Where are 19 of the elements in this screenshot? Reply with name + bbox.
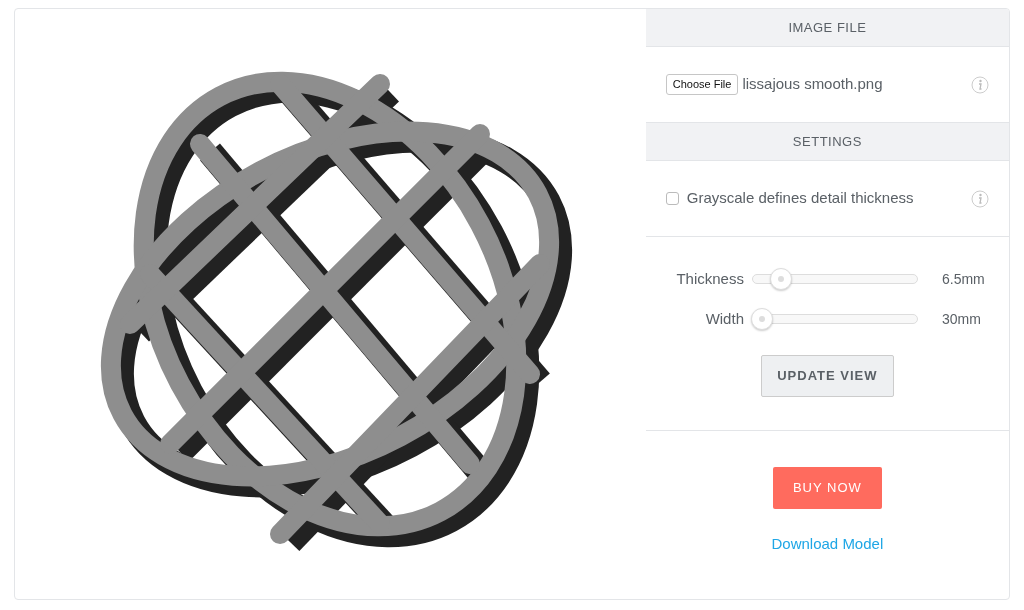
slider-track[interactable]: [751, 267, 918, 291]
info-icon[interactable]: [971, 189, 989, 208]
section-header: IMAGE FILE: [788, 18, 867, 37]
update-view-button[interactable]: UPDATE VIEW: [761, 355, 894, 397]
slider-reading: 6.5mm: [941, 269, 985, 289]
section-header: SETTINGS: [792, 132, 862, 151]
slider-thumb[interactable]: [750, 308, 773, 330]
download-model-link[interactable]: Download Model: [771, 532, 884, 555]
file-name: lissajous smooth.png: [742, 74, 883, 95]
grayscale-checkbox[interactable]: [665, 192, 679, 205]
slider-label: Width: [704, 308, 744, 329]
slider-label: Thickness: [675, 268, 744, 289]
info-icon[interactable]: [971, 75, 989, 94]
checkbox-label: Grayscale defines detail thickness: [686, 188, 914, 209]
buy-now-button[interactable]: BUY NOW: [772, 467, 882, 509]
slider-thumb[interactable]: [769, 268, 792, 290]
slider-track[interactable]: [751, 307, 918, 331]
choose-file-button[interactable]: Choose File: [665, 74, 739, 95]
slider-reading: 30mm: [941, 309, 981, 329]
